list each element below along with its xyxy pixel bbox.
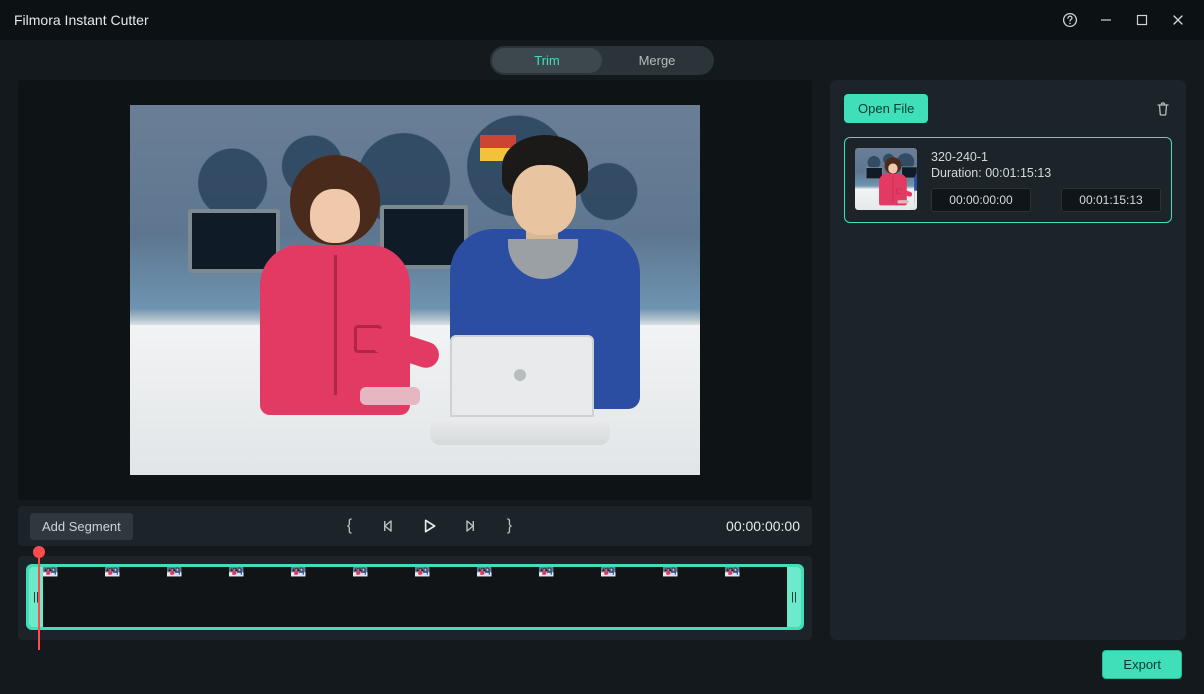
set-in-icon[interactable]: {: [340, 517, 358, 535]
set-out-icon[interactable]: }: [500, 517, 518, 535]
timeline-thumb[interactable]: [167, 567, 229, 627]
timeline-thumb[interactable]: [539, 567, 601, 627]
timeline-thumb[interactable]: [663, 567, 725, 627]
timeline-thumb[interactable]: [353, 567, 415, 627]
mode-tabs: Trim Merge: [0, 40, 1204, 80]
export-button[interactable]: Export: [1102, 650, 1182, 679]
playhead[interactable]: [38, 554, 40, 650]
timeline-thumb[interactable]: [291, 567, 353, 627]
trash-icon[interactable]: [1154, 100, 1172, 118]
titlebar: Filmora Instant Cutter: [0, 0, 1204, 40]
timeline-thumb[interactable]: [415, 567, 477, 627]
minimize-icon[interactable]: [1088, 0, 1124, 40]
clip-duration: Duration: 00:01:15:13: [931, 166, 1161, 180]
app-title: Filmora Instant Cutter: [14, 12, 149, 28]
video-preview[interactable]: [130, 105, 700, 475]
window-controls: [1052, 0, 1196, 40]
timeline-thumb[interactable]: [477, 567, 539, 627]
next-frame-icon[interactable]: [460, 517, 478, 535]
clip-name: 320-240-1: [931, 150, 1161, 164]
prev-frame-icon[interactable]: [380, 517, 398, 535]
clip-out-field[interactable]: [1061, 188, 1161, 212]
trim-in-handle[interactable]: ||: [29, 567, 43, 627]
add-segment-button[interactable]: Add Segment: [30, 513, 133, 540]
open-file-button[interactable]: Open File: [844, 94, 928, 123]
preview-area: [18, 80, 812, 500]
close-icon[interactable]: [1160, 0, 1196, 40]
clip-card[interactable]: 320-240-1 Duration: 00:01:15:13: [844, 137, 1172, 223]
playhead-timecode: 00:00:00:00: [726, 518, 800, 534]
clip-panel: Open File 320-240-1 Duration: 00:01:15:: [830, 80, 1186, 640]
tab-trim[interactable]: Trim: [492, 48, 602, 73]
tab-merge[interactable]: Merge: [602, 48, 712, 73]
clip-in-field[interactable]: [931, 188, 1031, 212]
timeline-thumb[interactable]: [725, 567, 787, 627]
trim-out-handle[interactable]: ||: [787, 567, 801, 627]
timeline-thumb[interactable]: [229, 567, 291, 627]
clip-thumbnail: [855, 148, 917, 210]
play-icon[interactable]: [420, 517, 438, 535]
maximize-icon[interactable]: [1124, 0, 1160, 40]
timeline[interactable]: ||: [18, 556, 812, 640]
transport-bar: Add Segment { } 00:00:00:00: [18, 506, 812, 546]
timeline-thumb[interactable]: [601, 567, 663, 627]
timeline-thumb[interactable]: [43, 567, 105, 627]
help-icon[interactable]: [1052, 0, 1088, 40]
timeline-thumb[interactable]: [105, 567, 167, 627]
footer: Export: [0, 640, 1204, 688]
